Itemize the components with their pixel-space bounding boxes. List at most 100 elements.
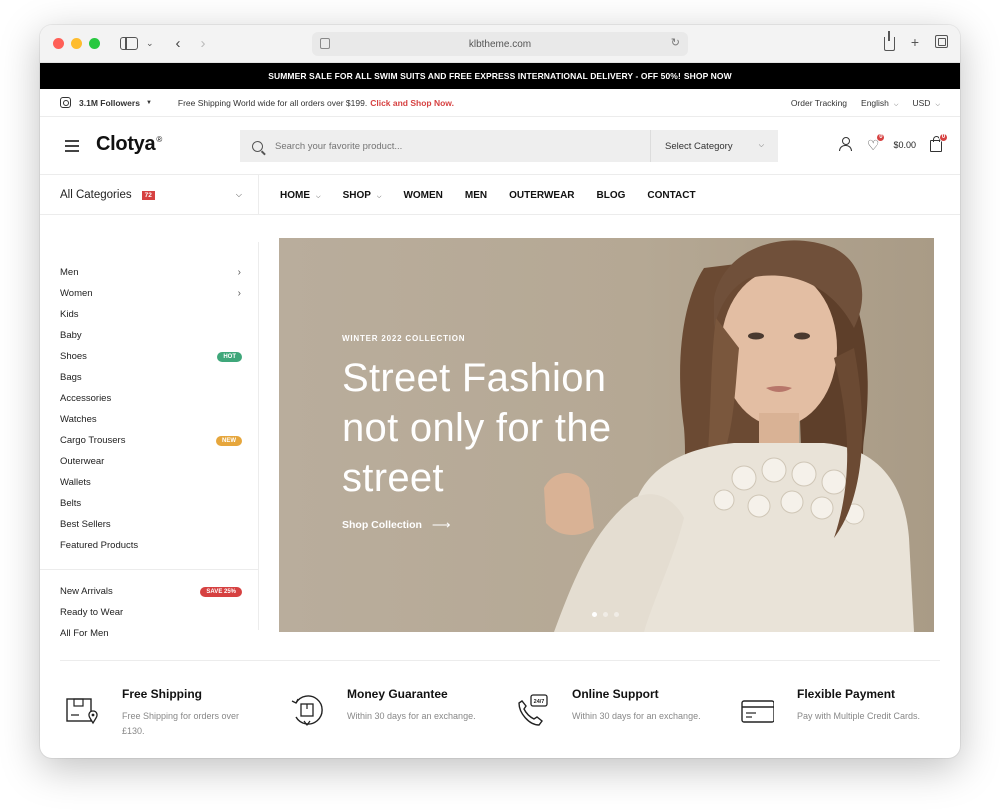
browser-window: ⌄ ‹ › klbtheme.com ↻ + SUMMER SALE FOR A… xyxy=(40,25,960,758)
cart-icon[interactable]: 0 xyxy=(930,132,948,152)
close-window-button[interactable] xyxy=(53,38,64,49)
category-item-accessories[interactable]: Accessories xyxy=(40,388,258,409)
chevron-down-icon: ⌵ xyxy=(235,190,242,199)
new-tab-icon[interactable]: + xyxy=(911,34,919,51)
category-select[interactable]: Select Category ⌵ xyxy=(650,130,778,162)
page-icon xyxy=(320,38,330,49)
category-item-kids[interactable]: Kids xyxy=(40,304,258,325)
category-label: Belts xyxy=(60,498,82,509)
chevron-down-icon: ⌵ xyxy=(758,142,764,149)
money-guarantee-icon xyxy=(291,695,323,726)
search-icon[interactable] xyxy=(252,140,263,152)
nav-women[interactable]: WOMEN xyxy=(403,190,442,201)
address-bar[interactable]: klbtheme.com ↻ xyxy=(312,32,688,56)
slide-dot[interactable] xyxy=(603,612,608,617)
link-label: All For Men xyxy=(60,628,109,639)
category-item-cargo-trousers[interactable]: Cargo Trousers NEW xyxy=(40,430,258,451)
reload-icon[interactable]: ↻ xyxy=(671,36,680,49)
category-item-baby[interactable]: Baby xyxy=(40,325,258,346)
hero-title: Street Fashion not only for the street xyxy=(342,356,612,500)
slide-dot[interactable] xyxy=(614,612,619,617)
site-logo[interactable]: Clotya® xyxy=(96,133,162,156)
category-item-best-sellers[interactable]: Best Sellers xyxy=(40,514,258,535)
svg-text:24/7: 24/7 xyxy=(534,699,545,705)
nav-outerwear[interactable]: OUTERWEAR xyxy=(509,190,574,201)
nav-home-label: HOME xyxy=(280,189,310,201)
category-item-shoes[interactable]: Shoes HOT xyxy=(40,346,258,367)
forward-button[interactable]: › xyxy=(201,35,206,52)
feature-description: Free Shipping for orders over £130. xyxy=(122,711,240,736)
chevron-right-icon: › xyxy=(237,267,241,278)
arrow-right-icon: ⟶ xyxy=(431,517,451,532)
feature-title: Money Guarantee xyxy=(347,687,448,701)
extra-links: New Arrivals SAVE 25% Ready to Wear All F… xyxy=(40,581,258,644)
shop-collection-button[interactable]: Shop Collection ⟶ xyxy=(342,517,642,533)
support-phone-icon: 24/7 xyxy=(518,694,548,726)
order-tracking-link[interactable]: Order Tracking xyxy=(791,98,847,108)
nav-shop-label: SHOP xyxy=(342,189,371,201)
registered-mark: ® xyxy=(156,135,162,144)
maximize-window-button[interactable] xyxy=(89,38,100,49)
chevron-right-icon: › xyxy=(237,288,241,299)
currency-label: USD xyxy=(912,97,931,108)
category-label: Watches xyxy=(60,414,97,425)
link-label: Ready to Wear xyxy=(60,607,124,618)
wishlist-icon[interactable]: ♡ 0 xyxy=(867,132,886,152)
feature-title: Online Support xyxy=(572,687,659,701)
category-item-watches[interactable]: Watches xyxy=(40,409,258,430)
hero-slider[interactable]: WINTER 2022 COLLECTION Street Fashion no… xyxy=(279,238,934,632)
category-select-label: Select Category xyxy=(665,140,733,152)
category-item-women[interactable]: Women › xyxy=(40,283,258,304)
cart-total[interactable]: $0.00 xyxy=(893,140,916,150)
slider-pagination xyxy=(592,612,619,617)
primary-menu: HOME ⌵ SHOP ⌵ WOMEN MEN OUTERWEAR BLOG CON… xyxy=(280,175,696,215)
shop-collection-label: Shop Collection xyxy=(342,519,422,531)
category-item-men[interactable]: Men › xyxy=(40,262,258,283)
features-strip: Free Shipping Free Shipping for orders o… xyxy=(60,660,940,736)
menu-icon[interactable] xyxy=(65,140,79,152)
back-button[interactable]: ‹ xyxy=(176,35,181,52)
minimize-window-button[interactable] xyxy=(71,38,82,49)
link-label: New Arrivals xyxy=(60,586,113,597)
slide-dot[interactable] xyxy=(592,612,597,617)
category-item-featured-products[interactable]: Featured Products xyxy=(40,535,258,556)
all-categories-toggle[interactable]: All Categories 72 ⌵ xyxy=(40,175,259,215)
promo-shop-now-link[interactable]: SHOP NOW xyxy=(684,71,732,81)
wishlist-count-badge: 0 xyxy=(876,132,886,142)
nav-men[interactable]: MEN xyxy=(465,190,487,201)
nav-contact[interactable]: CONTACT xyxy=(647,190,695,201)
currency-selector[interactable]: USD ⌵ xyxy=(912,98,940,109)
share-icon[interactable] xyxy=(883,31,895,51)
caret-down-icon[interactable]: ▼ xyxy=(146,100,152,106)
topbar-links: Order Tracking English ⌵ USD ⌵ xyxy=(791,89,940,117)
top-bar: 3.1M Followers ▼ Free Shipping World wid… xyxy=(40,89,960,117)
account-icon[interactable] xyxy=(839,137,853,152)
feature-title: Free Shipping xyxy=(122,687,203,701)
category-count-badge: 72 xyxy=(141,190,155,200)
main-navigation: All Categories 72 ⌵ HOME ⌵ SHOP ⌵ WOMEN ME… xyxy=(40,175,960,215)
link-all-for-men[interactable]: All For Men xyxy=(40,623,258,644)
tab-overview-icon[interactable] xyxy=(935,35,948,48)
category-item-wallets[interactable]: Wallets xyxy=(40,472,258,493)
language-selector[interactable]: English ⌵ xyxy=(861,98,898,109)
sidebar-toggle-icon[interactable] xyxy=(120,37,138,50)
followers-count[interactable]: 3.1M Followers xyxy=(79,98,140,108)
instagram-icon[interactable] xyxy=(60,97,71,108)
link-new-arrivals[interactable]: New Arrivals SAVE 25% xyxy=(40,581,258,602)
category-item-bags[interactable]: Bags xyxy=(40,367,258,388)
category-label: Men xyxy=(60,267,79,278)
category-item-outerwear[interactable]: Outerwear xyxy=(40,451,258,472)
chevron-down-icon: ⌵ xyxy=(893,101,899,108)
link-ready-to-wear[interactable]: Ready to Wear xyxy=(40,602,258,623)
nav-home[interactable]: HOME ⌵ xyxy=(280,190,321,201)
shipping-note: Free Shipping World wide for all orders … xyxy=(178,98,454,108)
search-input[interactable] xyxy=(275,140,635,152)
nav-shop[interactable]: SHOP ⌵ xyxy=(343,190,382,201)
chevron-down-icon: ⌵ xyxy=(316,193,321,200)
shop-now-link[interactable]: Click and Shop Now. xyxy=(370,98,454,108)
category-label: Kids xyxy=(60,309,79,320)
category-item-belts[interactable]: Belts xyxy=(40,493,258,514)
nav-blog[interactable]: BLOG xyxy=(597,190,626,201)
category-label: Best Sellers xyxy=(60,519,111,530)
chevron-down-icon[interactable]: ⌄ xyxy=(146,38,154,49)
